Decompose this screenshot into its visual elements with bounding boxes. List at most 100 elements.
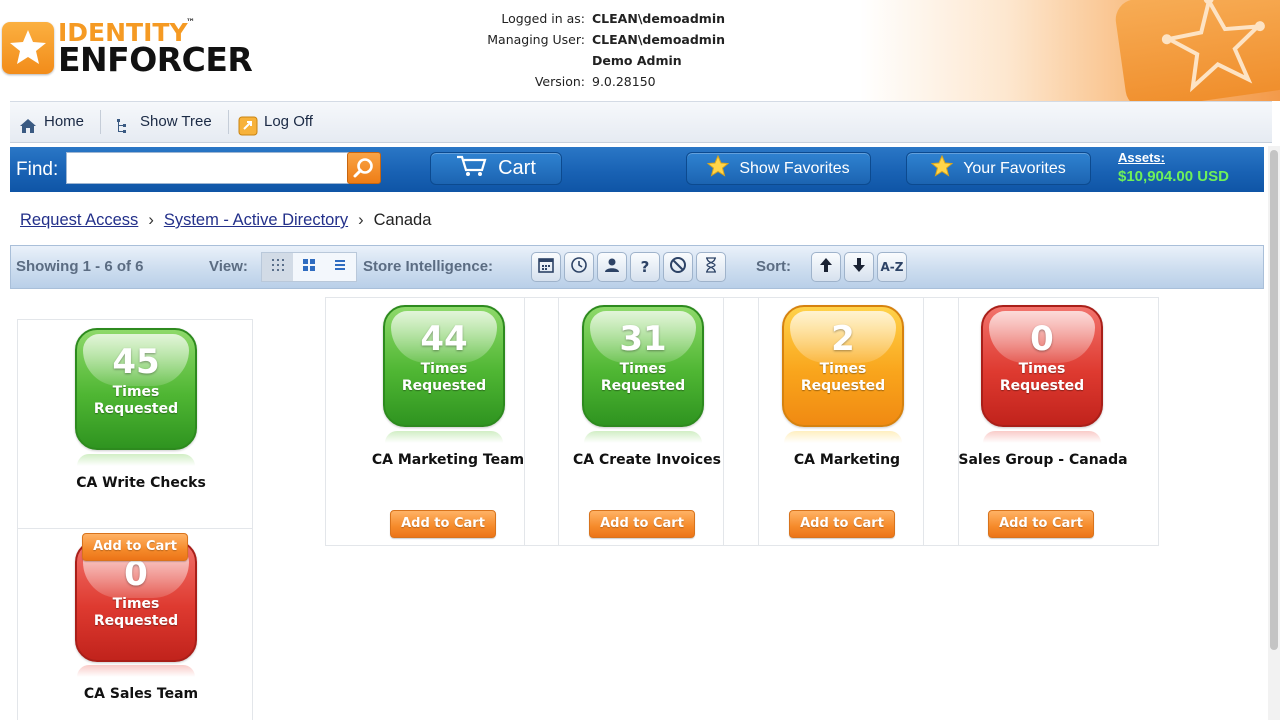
request-count: 45 bbox=[112, 342, 160, 382]
cell-divider bbox=[524, 297, 525, 546]
find-label: Find: bbox=[16, 159, 59, 180]
cell-divider bbox=[758, 297, 759, 546]
sort-alphabetical-button[interactable]: A-Z bbox=[877, 252, 907, 282]
clock-filter-button[interactable] bbox=[564, 252, 594, 282]
view-mode-group bbox=[261, 252, 357, 282]
session-values: CLEAN\demoadmin CLEAN\demoadmin Demo Adm… bbox=[592, 8, 792, 92]
calendar-filter-button[interactable] bbox=[531, 252, 561, 282]
add-to-cart-button[interactable]: Add to Cart bbox=[589, 510, 695, 538]
request-count-tile[interactable]: 44 Times Requested bbox=[383, 305, 505, 427]
request-count: 44 bbox=[420, 319, 468, 359]
star-icon bbox=[707, 154, 730, 182]
item-name[interactable]: CA Write Checks bbox=[46, 473, 236, 493]
store-intelligence-label: Store Intelligence: bbox=[363, 258, 494, 275]
search-icon bbox=[348, 158, 380, 187]
logo-text-enforcer: ENFORCER bbox=[58, 40, 253, 79]
app-window: IDENTITY ™ ENFORCER Logged in as: Managi… bbox=[0, 0, 1280, 720]
item-name[interactable]: CA Marketing bbox=[752, 450, 942, 470]
breadcrumb-active-directory[interactable]: System - Active Directory bbox=[164, 206, 348, 234]
request-caption-line1: Times bbox=[619, 361, 667, 377]
breadcrumb-separator: › bbox=[148, 211, 154, 229]
cart-label: Cart bbox=[498, 157, 536, 179]
your-favorites-button[interactable]: Your Favorites bbox=[906, 152, 1091, 185]
show-favorites-label: Show Favorites bbox=[739, 159, 850, 177]
sort-label: Sort: bbox=[756, 258, 791, 275]
assets-link[interactable]: Assets: bbox=[1118, 149, 1268, 166]
breadcrumb-current: Canada bbox=[373, 211, 432, 229]
home-button[interactable]: Home bbox=[18, 102, 84, 142]
request-count-tile[interactable]: 31 Times Requested bbox=[582, 305, 704, 427]
cell-divider bbox=[923, 297, 924, 546]
item-name[interactable]: CA Create Invoices bbox=[552, 450, 742, 470]
toolbar-separator bbox=[228, 110, 229, 134]
results-count: Showing 1 - 6 of 6 bbox=[16, 258, 144, 275]
your-favorites-label: Your Favorites bbox=[963, 159, 1066, 177]
tile-reflection bbox=[784, 431, 902, 443]
arrow-down-icon bbox=[850, 256, 868, 278]
results-toolbar: Showing 1 - 6 of 6 View: Store Intellige… bbox=[10, 245, 1264, 289]
hourglass-icon bbox=[702, 256, 720, 278]
hourglass-filter-button[interactable] bbox=[696, 252, 726, 282]
request-caption-line2: Requested bbox=[800, 378, 886, 394]
request-count-tile[interactable]: 0 Times Requested bbox=[981, 305, 1103, 427]
request-count: 2 bbox=[831, 319, 855, 359]
breadcrumb-request-access[interactable]: Request Access bbox=[20, 206, 138, 234]
home-icon bbox=[18, 112, 38, 133]
main-toolbar: Home Show Tree Log Off bbox=[10, 101, 1272, 143]
add-to-cart-button[interactable]: Add to Cart bbox=[82, 533, 188, 561]
logo-star-icon bbox=[2, 22, 54, 74]
cell-divider bbox=[558, 297, 559, 546]
sort-descending-button[interactable] bbox=[844, 252, 874, 282]
home-label: Home bbox=[44, 113, 85, 130]
view-list-button[interactable] bbox=[325, 253, 356, 281]
cell-divider bbox=[958, 297, 959, 546]
clock-icon bbox=[570, 256, 588, 278]
search-input[interactable] bbox=[66, 152, 349, 184]
no-entry-icon bbox=[669, 256, 687, 278]
request-caption-line1: Times bbox=[112, 384, 160, 400]
help-filter-button[interactable]: ? bbox=[630, 252, 660, 282]
request-count: 0 bbox=[1030, 319, 1054, 359]
item-name[interactable]: CA Marketing Team bbox=[353, 450, 543, 470]
item-name[interactable]: CA Sales Team bbox=[46, 684, 236, 704]
identity-enforcer-logo: IDENTITY ™ ENFORCER bbox=[0, 18, 270, 79]
sort-ascending-button[interactable] bbox=[811, 252, 841, 282]
cart-button[interactable]: Cart bbox=[430, 152, 562, 185]
show-tree-button[interactable]: Show Tree bbox=[114, 102, 212, 142]
add-to-cart-button[interactable]: Add to Cart bbox=[988, 510, 1094, 538]
tile-reflection bbox=[77, 665, 195, 677]
scrollbar-thumb[interactable] bbox=[1270, 150, 1278, 650]
find-bar: Find: Cart Show Favorites Your Favorites bbox=[10, 147, 1264, 192]
logo-trademark: ™ bbox=[186, 18, 195, 28]
breadcrumb-separator: › bbox=[358, 211, 364, 229]
user-filter-button[interactable] bbox=[597, 252, 627, 282]
log-off-button[interactable]: Log Off bbox=[238, 102, 313, 142]
view-large-icons-button[interactable] bbox=[293, 253, 324, 281]
arrow-up-icon bbox=[817, 256, 835, 278]
request-caption-line2: Requested bbox=[999, 378, 1085, 394]
search-button[interactable] bbox=[347, 152, 381, 184]
user-icon bbox=[603, 256, 621, 278]
blocked-filter-button[interactable] bbox=[663, 252, 693, 282]
add-to-cart-button[interactable]: Add to Cart bbox=[390, 510, 496, 538]
managing-user-label: Managing User: bbox=[487, 32, 585, 47]
add-to-cart-button[interactable]: Add to Cart bbox=[789, 510, 895, 538]
request-count: 31 bbox=[619, 319, 667, 359]
session-labels: Logged in as: Managing User: Version: bbox=[430, 8, 585, 92]
toolbar-separator bbox=[100, 110, 101, 134]
request-count-tile[interactable]: 45 Times Requested bbox=[75, 328, 197, 450]
assets-value: $10,904.00 USD bbox=[1118, 168, 1229, 185]
star-icon bbox=[930, 154, 954, 182]
page-scrollbar[interactable] bbox=[1268, 146, 1280, 720]
show-favorites-button[interactable]: Show Favorites bbox=[686, 152, 871, 185]
request-caption-line1: Times bbox=[1018, 361, 1066, 377]
version-number: 9.0.28150 bbox=[592, 74, 656, 89]
item-name[interactable]: Sales Group - Canada bbox=[948, 450, 1138, 470]
assets-summary: Assets: $10,904.00 USD bbox=[1118, 149, 1268, 189]
calendar-icon bbox=[537, 256, 555, 278]
request-caption-line2: Requested bbox=[93, 613, 179, 629]
view-small-icons-button[interactable] bbox=[262, 253, 294, 281]
request-count-tile[interactable]: 2 Times Requested bbox=[782, 305, 904, 427]
cell-divider bbox=[723, 297, 724, 546]
request-caption-line2: Requested bbox=[93, 401, 179, 417]
